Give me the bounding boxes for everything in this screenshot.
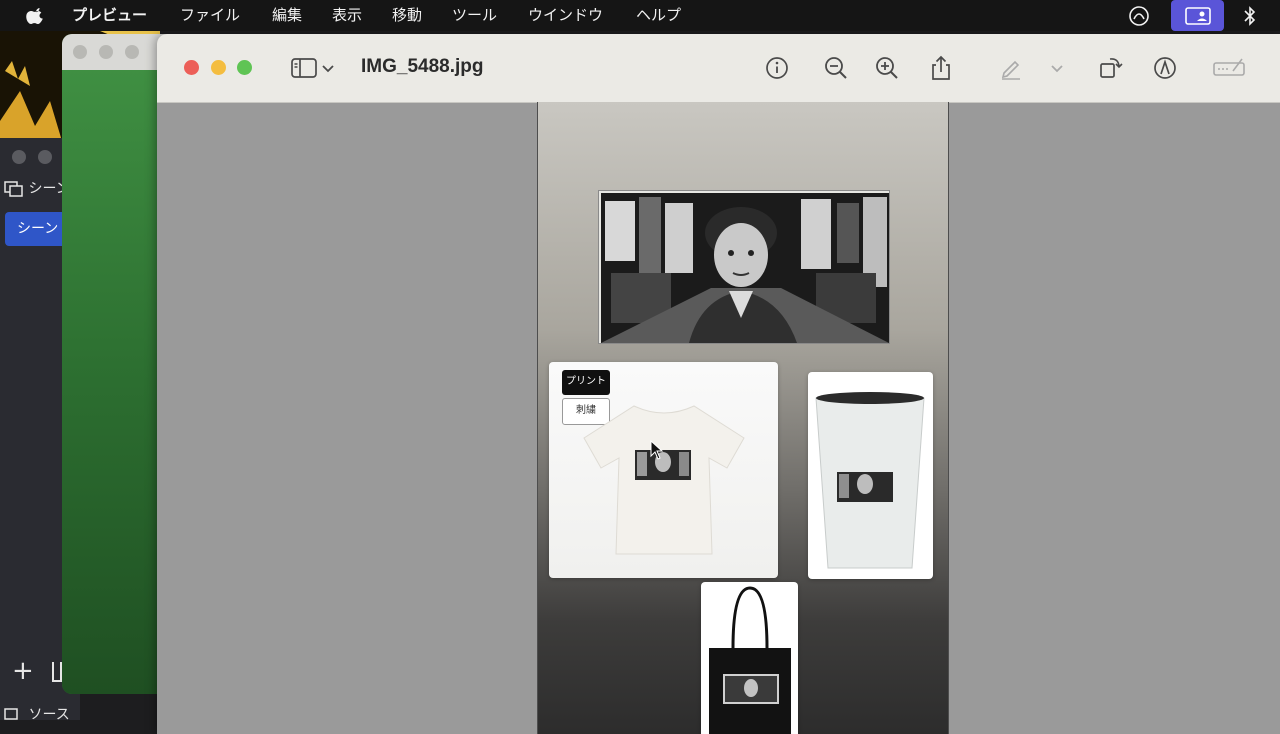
window-title: IMG_5488.jpg <box>361 56 484 77</box>
highlight-menu-button[interactable] <box>1049 53 1065 83</box>
sidebar-icon <box>291 58 317 78</box>
menu-tools[interactable]: ツール <box>452 6 497 25</box>
mouse-cursor-icon <box>650 440 664 460</box>
share-button[interactable] <box>926 53 956 83</box>
background-zoom-button[interactable] <box>125 45 139 59</box>
rotate-button[interactable] <box>1096 53 1126 83</box>
scenes-icon <box>4 181 23 197</box>
close-button[interactable] <box>184 60 199 75</box>
screen-share-icon <box>1185 7 1211 25</box>
preview-toolbar: IMG_5488.jpg <box>157 34 1280 103</box>
menu-edit[interactable]: 編集 <box>272 6 302 25</box>
menu-window[interactable]: ウインドウ <box>528 6 603 25</box>
sources-icon <box>4 708 18 720</box>
menu-view[interactable]: 表示 <box>332 6 362 25</box>
highlight-pen-icon <box>1001 60 1020 80</box>
menu-help[interactable]: ヘルプ <box>636 6 681 25</box>
image-canvas: プリント 刺繍 <box>537 102 949 734</box>
screen-share-button[interactable] <box>1171 0 1224 31</box>
info-button[interactable] <box>762 53 792 83</box>
apple-menu-icon[interactable] <box>26 5 46 25</box>
portrait-illustration <box>601 193 889 343</box>
chevron-down-icon <box>1051 65 1063 73</box>
share-icon <box>932 55 950 80</box>
preview-window: IMG_5488.jpg プリント 刺繍 <box>157 34 1280 734</box>
menu-file[interactable]: ファイル <box>180 6 240 25</box>
creative-cloud-icon[interactable] <box>1126 5 1152 27</box>
markup-icon <box>1154 57 1176 79</box>
tshirt-image <box>583 405 745 555</box>
tumbler-mockup-card <box>808 372 933 579</box>
sources-header-label: ソース <box>28 707 70 723</box>
menu-app-name[interactable]: プレビュー <box>72 6 147 25</box>
zoom-in-icon <box>876 57 898 79</box>
rotate-icon <box>1100 58 1123 78</box>
artwork-image <box>598 190 890 344</box>
chevron-down-icon <box>322 65 334 73</box>
bluetooth-icon[interactable] <box>1242 6 1258 26</box>
background-minimize-button[interactable] <box>99 45 113 59</box>
sources-header: ソース <box>4 704 70 724</box>
obs-close-button[interactable] <box>12 150 26 164</box>
scenes-header: シーン <box>4 178 70 202</box>
menu-go[interactable]: 移動 <box>392 6 422 25</box>
tote-bag-image <box>709 586 791 734</box>
add-scene-button[interactable]: + <box>12 658 34 684</box>
print-option-badge[interactable]: プリント <box>562 370 610 395</box>
zoom-in-button[interactable] <box>872 53 902 83</box>
obs-minimize-button[interactable] <box>38 150 52 164</box>
highlight-button[interactable] <box>996 53 1026 83</box>
tshirt-mockup-card: プリント 刺繍 <box>549 362 778 578</box>
sidebar-toggle-button[interactable] <box>289 53 319 83</box>
form-fill-button[interactable] <box>1211 53 1247 83</box>
info-icon <box>766 57 788 79</box>
form-fill-icon <box>1213 58 1245 76</box>
menu-bar: プレビュー ファイル 編集 表示 移動 ツール ウインドウ ヘルプ <box>0 0 1280 31</box>
zoom-out-button[interactable] <box>821 53 851 83</box>
zoom-out-icon <box>825 57 847 79</box>
tumbler-image <box>815 392 925 569</box>
markup-button[interactable] <box>1150 53 1180 83</box>
zoom-button[interactable] <box>237 60 252 75</box>
sidebar-menu-button[interactable] <box>320 53 336 83</box>
trash-icon[interactable] <box>52 662 62 682</box>
background-close-button[interactable] <box>73 45 87 59</box>
tote-bag-mockup-card <box>701 582 798 734</box>
minimize-button[interactable] <box>211 60 226 75</box>
